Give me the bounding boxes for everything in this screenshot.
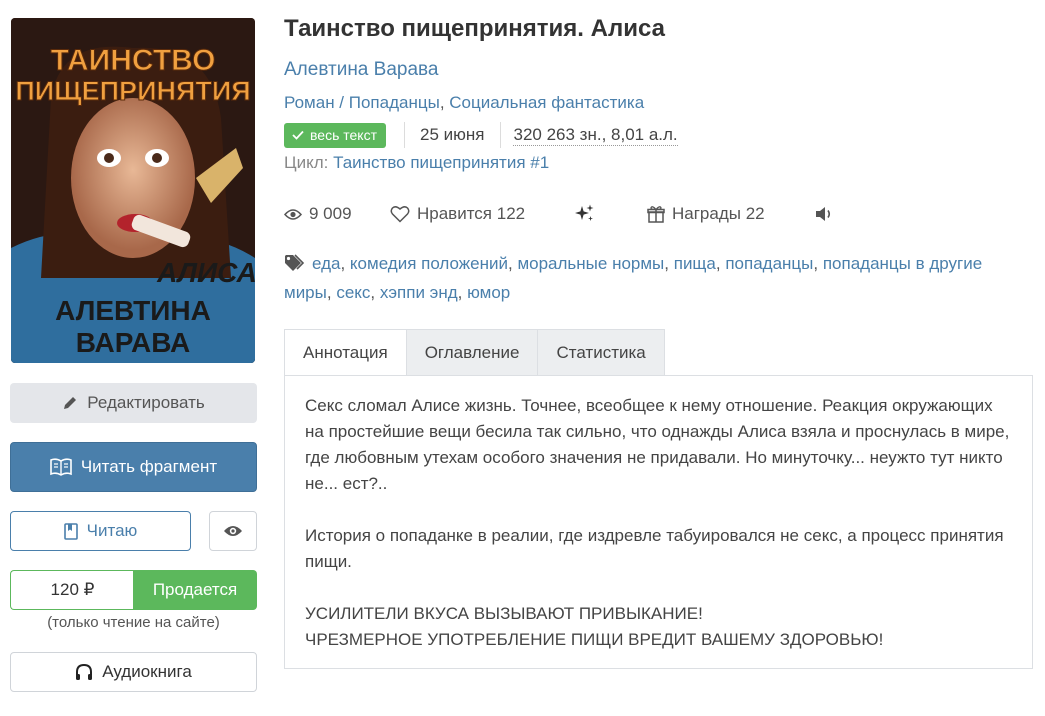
audiobook-button[interactable]: Аудиокнига bbox=[10, 652, 257, 692]
annotation-panel: Секс сломал Алисе жизнь. Точнее, всеобще… bbox=[284, 375, 1033, 669]
annotation-paragraph: История о попаданке в реалии, где издрев… bbox=[305, 526, 1004, 571]
pencil-icon bbox=[62, 395, 78, 411]
genre-link[interactable]: Попаданцы bbox=[349, 93, 440, 112]
views-stat: 9 009 bbox=[284, 200, 352, 228]
cover-title-line1: ТАИНСТВО bbox=[51, 44, 216, 77]
tag-link[interactable]: моральные нормы bbox=[517, 254, 664, 273]
cover-author-line2: ВАРАВА bbox=[76, 327, 191, 358]
publish-date: 25 июня bbox=[420, 125, 485, 144]
listen-button[interactable] bbox=[815, 200, 833, 228]
tag-link[interactable]: хэппи энд bbox=[380, 283, 458, 302]
buy-button[interactable]: Продается bbox=[133, 570, 257, 610]
eye-icon bbox=[223, 524, 243, 538]
views-count: 9 009 bbox=[309, 204, 352, 223]
price-note: (только чтение на сайте) bbox=[47, 614, 220, 631]
tab-annotation[interactable]: Аннотация bbox=[284, 329, 407, 376]
book-open-icon bbox=[50, 458, 72, 476]
reading-label: Читаю bbox=[86, 521, 138, 540]
cycle: Цикл: Таинство пищепринятия #1 bbox=[284, 153, 549, 173]
bookmark-icon bbox=[63, 522, 78, 540]
audiobook-label: Аудиокнига bbox=[102, 662, 192, 681]
book-cover[interactable]: ТАИНСТВО ПИЩЕПРИНЯТИЯ АЛИСА АЛЕВТИНА ВАР… bbox=[11, 18, 255, 363]
headphones-icon bbox=[75, 663, 93, 681]
tab-contents[interactable]: Оглавление bbox=[406, 329, 539, 376]
tag-icon bbox=[284, 254, 306, 280]
cover-title-line2: ПИЩЕПРИНЯТИЯ bbox=[15, 76, 250, 106]
cover-author-line1: АЛЕВТИНА bbox=[55, 295, 211, 326]
tag-link[interactable]: юмор bbox=[467, 283, 510, 302]
author-link[interactable]: Алевтина Варава bbox=[284, 59, 438, 81]
full-text-badge-label: весь текст bbox=[310, 127, 377, 143]
divider bbox=[500, 122, 502, 148]
tag-link[interactable]: еда bbox=[312, 254, 340, 273]
likes-count: Нравится 122 bbox=[417, 204, 526, 223]
annotation-warning-line: ЧРЕЗМЕРНОЕ УПОТРЕБЛЕНИЕ ПИЩИ ВРЕДИТ ВАШЕ… bbox=[305, 630, 884, 649]
annotation-warning-line: УСИЛИТЕЛИ ВКУСА ВЫЗЫВАЮТ ПРИВЫКАНИЕ! bbox=[305, 604, 703, 623]
genre-list: Роман / Попаданцы, Социальная фантастика bbox=[284, 93, 645, 112]
genre-link[interactable]: Роман bbox=[284, 93, 335, 112]
annotation-paragraph: Секс сломал Алисе жизнь. Точнее, всеобще… bbox=[305, 396, 1010, 493]
cycle-link[interactable]: Таинство пищепринятия #1 bbox=[333, 153, 549, 172]
cover-subtitle: АЛИСА bbox=[156, 257, 255, 288]
recommend-button[interactable] bbox=[575, 200, 595, 228]
book-size: 320 263 зн., 8,01 а.л. bbox=[513, 124, 678, 146]
full-text-badge: весь текст bbox=[284, 122, 386, 148]
book-title: Таинство пищепринятия. Алиса bbox=[284, 15, 665, 42]
heart-icon bbox=[390, 205, 410, 223]
check-icon bbox=[292, 130, 304, 140]
divider bbox=[404, 122, 405, 148]
tag-link[interactable]: попаданцы bbox=[725, 254, 813, 273]
tag-link[interactable]: комедия положений bbox=[350, 254, 508, 273]
tag-link[interactable]: секс bbox=[336, 283, 370, 302]
read-fragment-button[interactable]: Читать фрагмент bbox=[10, 442, 257, 492]
gift-icon bbox=[647, 205, 665, 223]
tab-bar: Аннотация Оглавление Статистика bbox=[284, 329, 665, 376]
buy-button-label: Продается bbox=[152, 580, 238, 599]
eye-icon bbox=[284, 208, 302, 221]
tag-link[interactable]: пища bbox=[674, 254, 716, 273]
awards-button[interactable]: Награды 22 bbox=[647, 200, 765, 228]
like-button[interactable]: Нравится 122 bbox=[390, 200, 525, 228]
edit-button[interactable]: Редактировать bbox=[10, 383, 257, 423]
genre-link[interactable]: Социальная фантастика bbox=[449, 93, 644, 112]
tag-list: еда, комедия положений, моральные нормы,… bbox=[284, 254, 983, 302]
awards-count: Награды 22 bbox=[672, 204, 765, 223]
book-meta: весь текст 25 июня 320 263 зн., 8,01 а.л… bbox=[284, 122, 678, 148]
cycle-label: Цикл: bbox=[284, 153, 329, 172]
tab-statistics[interactable]: Статистика bbox=[538, 329, 665, 376]
volume-icon bbox=[815, 206, 833, 222]
follow-button[interactable] bbox=[209, 511, 257, 551]
annotation-warning: УСИЛИТЕЛИ ВКУСА ВЫЗЫВАЮТ ПРИВЫКАНИЕ! ЧРЕ… bbox=[305, 601, 1012, 653]
price: 120 ₽ bbox=[10, 570, 134, 610]
reading-button[interactable]: Читаю bbox=[10, 511, 191, 551]
sparkles-icon bbox=[575, 204, 595, 224]
edit-button-label: Редактировать bbox=[87, 393, 205, 412]
read-fragment-label: Читать фрагмент bbox=[80, 457, 218, 476]
